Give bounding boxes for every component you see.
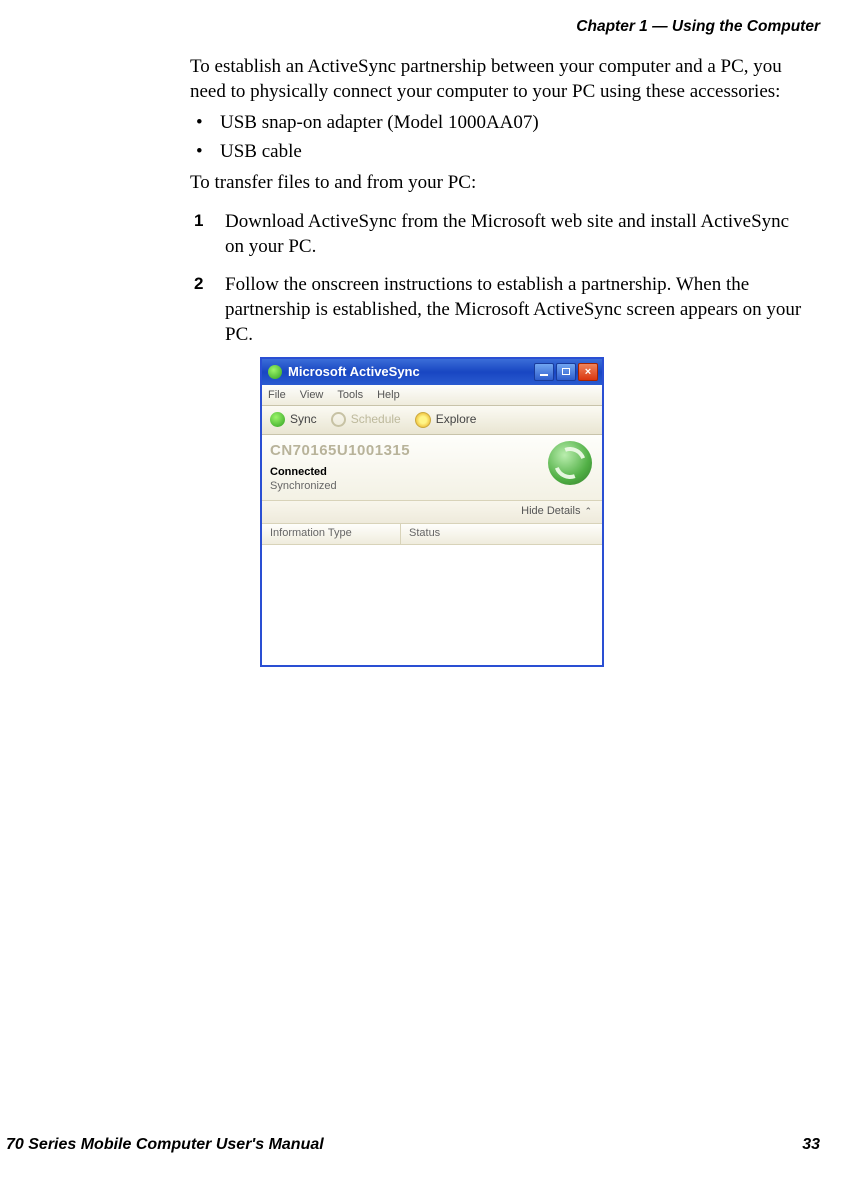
menu-help[interactable]: Help [377,388,400,403]
schedule-button: Schedule [331,412,401,428]
page-number: 33 [802,1136,820,1154]
sync-button[interactable]: Sync [270,412,317,428]
device-name: CN70165U1001315 [270,441,594,461]
step-number: 2 [194,273,203,295]
step-item: 2 Follow the onscreen instructions to es… [190,272,810,667]
intro-paragraph: To establish an ActiveSync partnership b… [190,54,810,104]
list-item: USB cable [190,139,810,164]
column-status[interactable]: Status [401,526,440,541]
sync-icon [270,412,285,427]
content: To establish an ActiveSync partnership b… [190,54,810,679]
magnifier-icon [415,412,431,428]
step-item: 1 Download ActiveSync from the Microsoft… [190,209,810,259]
hide-details-row[interactable]: Hide Details ⌃ [262,501,602,524]
accessory-list: USB snap-on adapter (Model 1000AA07) USB… [190,110,810,164]
schedule-label: Schedule [351,412,401,428]
device-section: CN70165U1001315 Connected Synchronized [262,435,602,501]
sync-label: Sync [290,412,317,428]
menubar: File View Tools Help [262,385,602,406]
activesync-window: Microsoft ActiveSync × File View Tools H… [260,357,604,667]
connection-status: Connected [270,465,594,480]
explore-button[interactable]: Explore [415,412,477,428]
manual-title: 70 Series Mobile Computer User's Manual [6,1136,324,1154]
step-text: Follow the onscreen instructions to esta… [225,274,801,345]
toolbar: Sync Schedule Explore [262,406,602,435]
clock-icon [331,412,346,427]
intro2-paragraph: To transfer files to and from your PC: [190,170,810,195]
menu-file[interactable]: File [268,388,286,403]
column-info-type[interactable]: Information Type [262,524,401,544]
minimize-button[interactable] [534,363,554,381]
page-footer: 70 Series Mobile Computer User's Manual … [0,1136,850,1154]
titlebar[interactable]: Microsoft ActiveSync × [262,359,602,385]
hide-details-label: Hide Details [521,504,580,519]
page: Chapter 1 — Using the Computer To establ… [0,0,850,1178]
activesync-app-icon [268,365,282,379]
menu-view[interactable]: View [300,388,324,403]
step-number: 1 [194,210,203,232]
maximize-button[interactable] [556,363,576,381]
sync-large-icon [548,441,592,485]
explore-label: Explore [436,412,477,428]
sync-items-list [262,545,602,665]
menu-tools[interactable]: Tools [337,388,363,403]
step-text: Download ActiveSync from the Microsoft w… [225,211,789,257]
sync-status: Synchronized [270,479,594,494]
close-button[interactable]: × [578,363,598,381]
column-headers: Information Type Status [262,524,602,545]
window-buttons: × [534,363,598,381]
steps-list: 1 Download ActiveSync from the Microsoft… [190,209,810,666]
list-item: USB snap-on adapter (Model 1000AA07) [190,110,810,135]
chapter-header: Chapter 1 — Using the Computer [576,18,820,36]
chevron-up-icon: ⌃ [584,506,592,518]
window-title: Microsoft ActiveSync [288,363,534,380]
